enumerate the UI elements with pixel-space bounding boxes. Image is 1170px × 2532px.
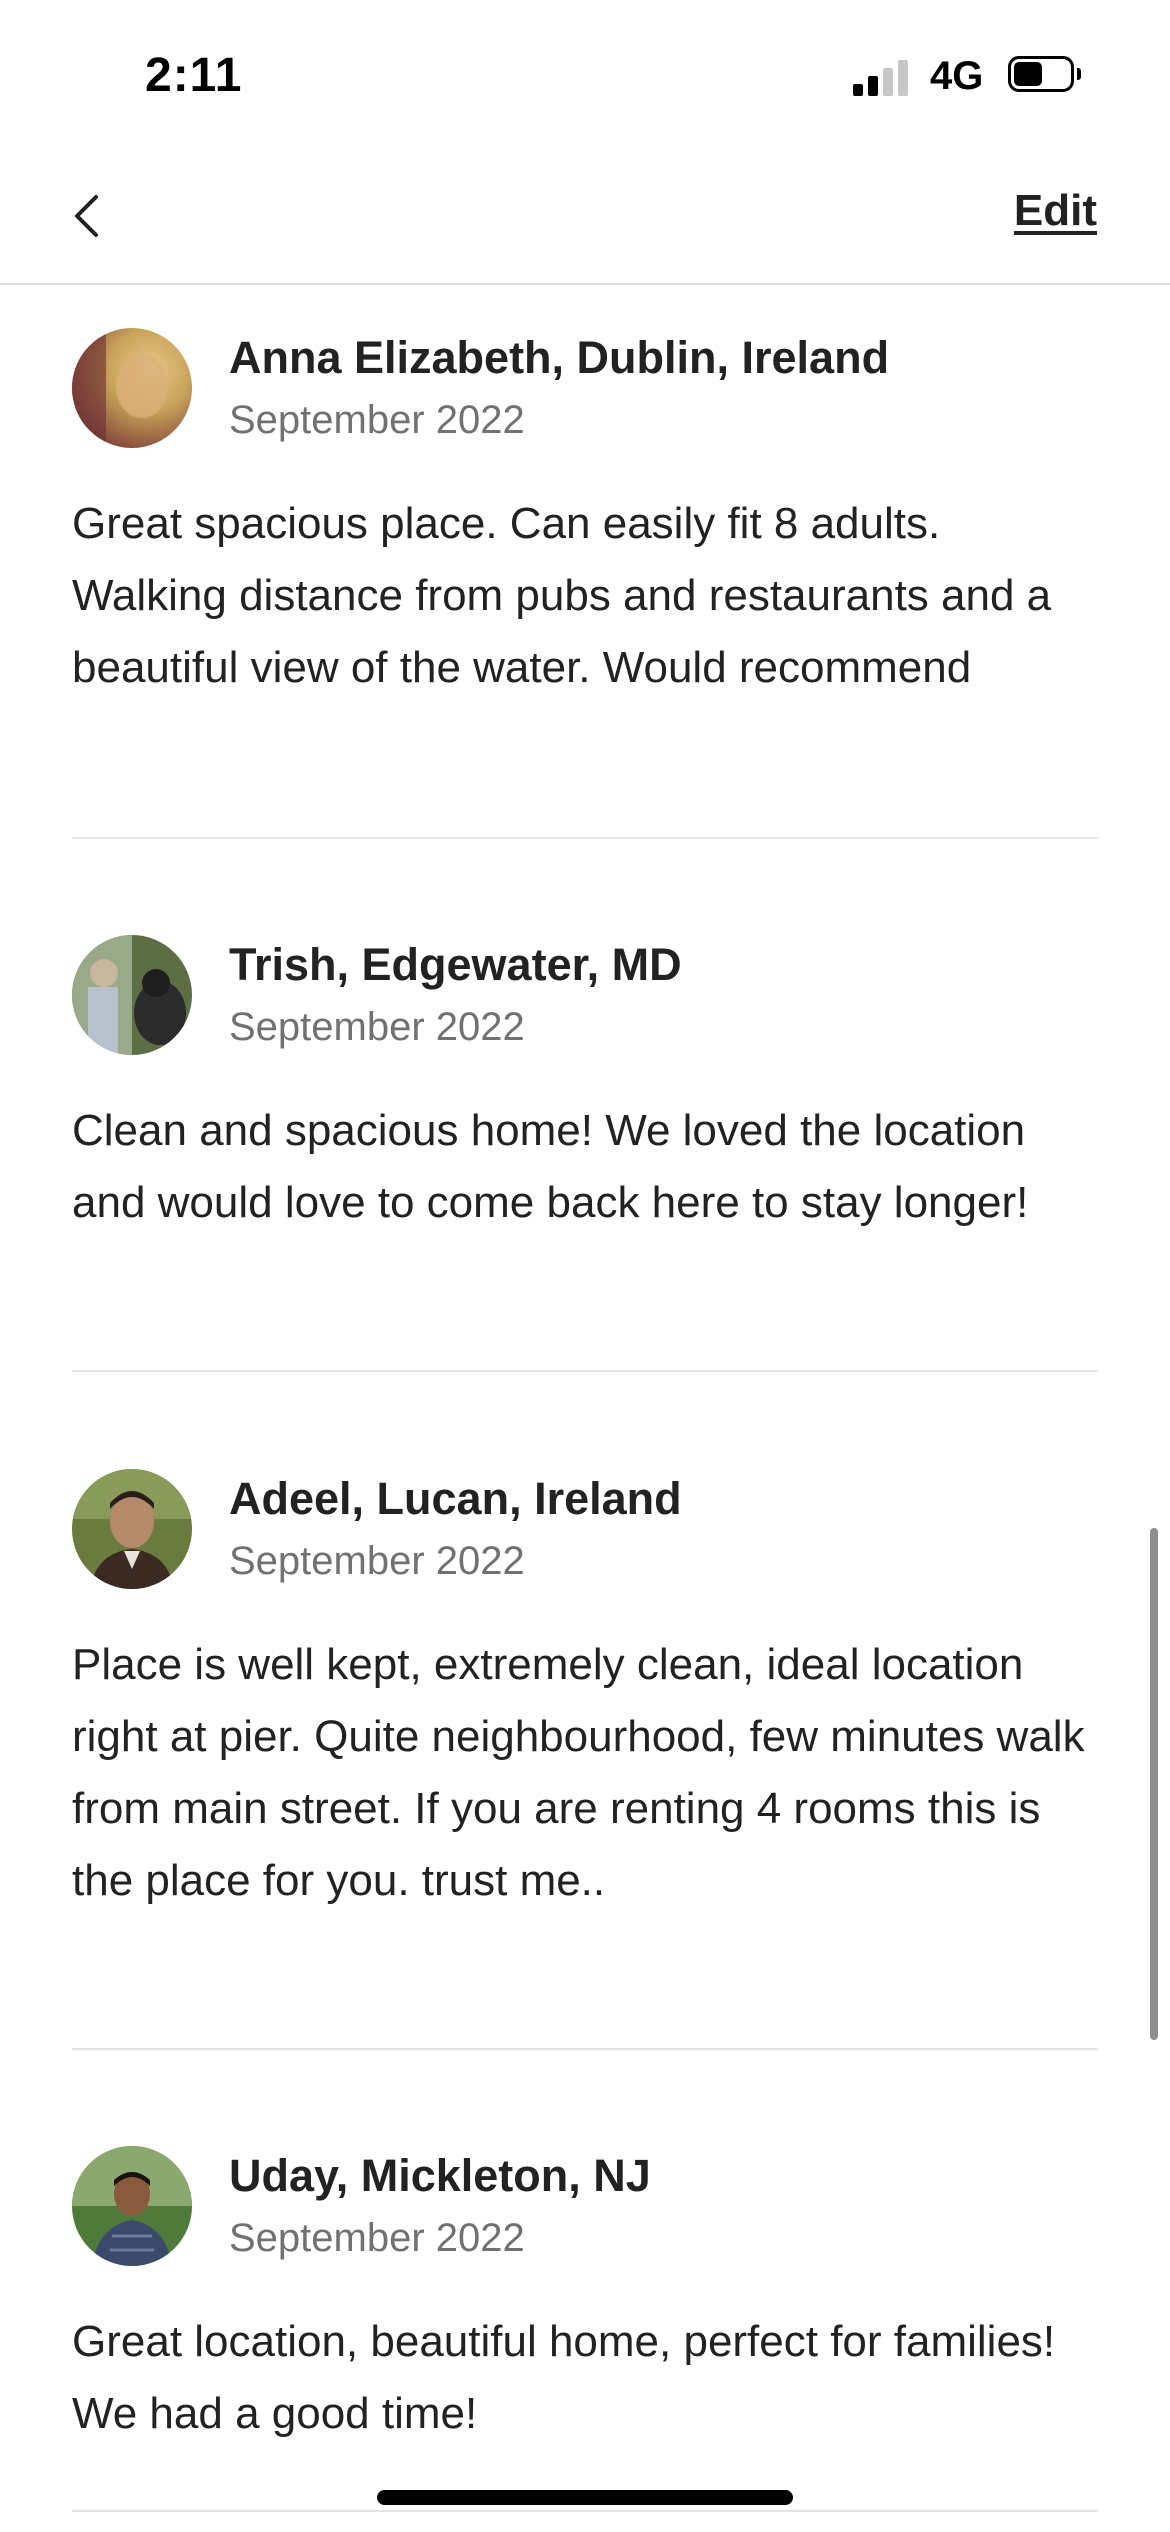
review-date: September 2022 (229, 1005, 525, 1049)
scrollbar[interactable] (1150, 1528, 1158, 2040)
review-text: Clean and spacious home! We loved the lo… (72, 1106, 1029, 1227)
avatar[interactable] (72, 935, 192, 1055)
signal-bar (898, 60, 908, 96)
edit-button[interactable]: Edit (1014, 186, 1097, 236)
signal-bar (853, 84, 863, 96)
review-text: Place is well kept, extremely clean, ide… (72, 1640, 1085, 1905)
avatar[interactable] (72, 1469, 192, 1589)
divider (72, 837, 1098, 839)
divider (72, 2048, 1098, 2050)
review-date: September 2022 (229, 2216, 525, 2260)
signal-bar (883, 68, 893, 96)
divider (72, 2510, 1098, 2512)
reviewer-name: Trish, Edgewater, MD (229, 939, 682, 990)
review-date: September 2022 (229, 398, 525, 442)
review-date: September 2022 (229, 1539, 525, 1583)
battery-body (1008, 56, 1074, 92)
chevron-left-icon (75, 195, 98, 237)
status-bar: 2:11 4G (0, 0, 1170, 150)
nav-bar: Edit (0, 150, 1170, 285)
back-button[interactable] (60, 180, 130, 250)
battery-tip (1077, 68, 1081, 80)
divider (72, 1370, 1098, 1372)
status-time: 2:11 (145, 49, 243, 102)
battery-fill (1014, 62, 1042, 86)
avatar[interactable] (72, 2146, 192, 2266)
home-indicator[interactable] (377, 2490, 793, 2505)
review-text: Great location, beautiful home, perfect … (72, 2317, 1056, 2438)
network-type: 4G (930, 54, 984, 98)
cellular-signal-icon (853, 58, 911, 96)
reviewer-name: Adeel, Lucan, Ireland (229, 1473, 682, 1524)
reviewer-name: Anna Elizabeth, Dublin, Ireland (229, 332, 890, 383)
signal-bar (868, 76, 878, 96)
avatar[interactable] (72, 328, 192, 448)
reviewer-name: Uday, Mickleton, NJ (229, 2150, 651, 2201)
review-text: Great spacious place. Can easily fit 8 a… (72, 499, 1052, 692)
battery-icon (1008, 56, 1082, 96)
